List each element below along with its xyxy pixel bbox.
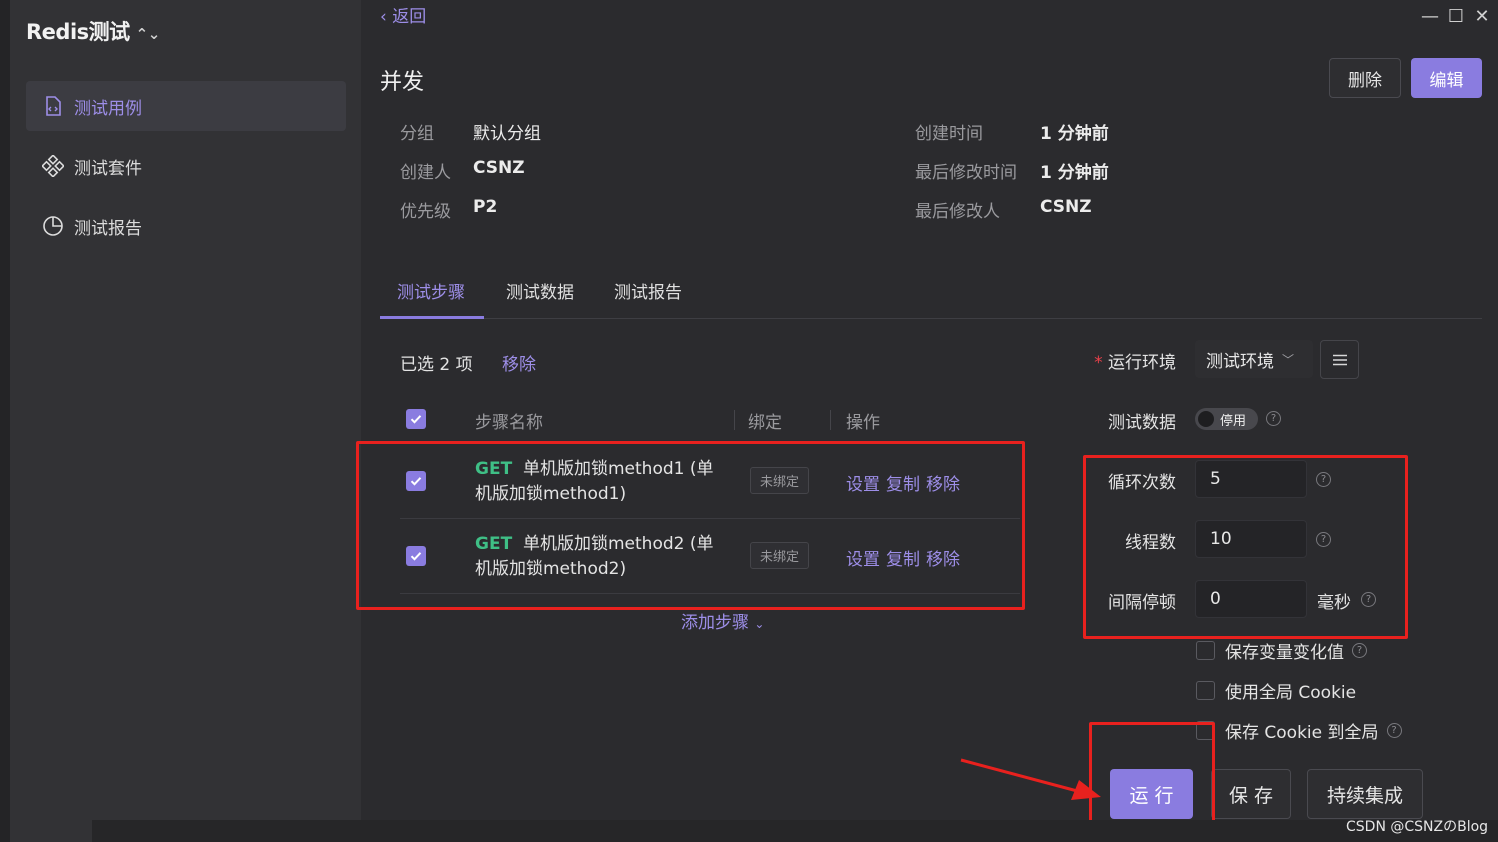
check-icon [410,415,422,424]
modifier-label: 最后修改人 [915,202,1000,222]
help-icon: ? [1266,411,1281,426]
window-left-strip [0,0,10,842]
creator-label: 创建人 [400,163,451,183]
sidebar-item-label: 测试套件 [74,158,142,179]
test-data-label: 测试数据 [1108,413,1176,433]
sidebar-item-test-suites[interactable]: 测试套件 [26,141,346,191]
add-step-button[interactable]: 添加步骤 ⌄ [681,608,764,633]
column-separator [734,410,735,430]
tab-test-data[interactable]: 测试数据 [506,278,574,303]
minimize-icon[interactable]: — [1418,6,1442,27]
modified-time-value: 1 分钟前 [1040,163,1109,183]
created-time-value: 1 分钟前 [1040,124,1109,144]
menu-icon [1332,354,1347,365]
continuous-integration-button[interactable]: 持续集成 [1307,769,1423,819]
modified-time-label: 最后修改时间 [915,163,1017,183]
priority-label: 优先级 [400,202,451,222]
column-separator [830,410,831,430]
tab-divider [380,318,1482,319]
select-all-checkbox[interactable] [406,409,426,429]
toggle-knob [1198,411,1214,427]
env-menu-button[interactable] [1320,340,1359,379]
tab-test-reports[interactable]: 测试报告 [614,278,682,303]
group-value: 默认分组 [473,124,541,144]
save-cookie-option[interactable]: 保存 Cookie 到全局 ? [1196,718,1402,743]
active-tab-indicator [380,316,484,319]
annotation-box-config [1083,455,1408,639]
back-link[interactable]: ‹ 返回 [380,2,426,27]
suite-icon [42,155,64,177]
remove-selected-link[interactable]: 移除 [502,350,536,375]
save-button[interactable]: 保 存 [1211,769,1291,819]
chevron-down-icon: ⌄ [754,617,765,631]
sidebar-item-label: 测试报告 [74,218,142,239]
close-icon[interactable]: ✕ [1470,6,1494,27]
created-time-label: 创建时间 [915,124,983,144]
chevron-down-icon: ﹀ [1282,352,1295,367]
sidebar-item-test-reports[interactable]: 测试报告 [26,201,346,251]
status-bar [92,820,1498,842]
test-data-toggle[interactable]: 停用 [1195,408,1258,430]
column-binding: 绑定 [748,413,782,433]
delete-button[interactable]: 删除 [1329,58,1401,98]
pie-chart-icon [42,215,64,237]
group-label: 分组 [400,124,434,144]
annotation-arrow-icon [960,758,1101,800]
selected-count: 已选 2 项 [400,355,473,375]
project-title: Redis测试 [26,20,130,44]
sidebar-item-label: 测试用例 [74,98,142,119]
column-actions: 操作 [846,413,880,433]
help-icon: ? [1352,643,1367,658]
run-env-label: * 运行环境 [1094,353,1176,373]
edit-button[interactable]: 编辑 [1411,58,1482,98]
creator-value: CSNZ [473,158,525,178]
project-switcher[interactable]: Redis测试 ⌃⌄ [26,16,160,46]
tab-test-steps[interactable]: 测试步骤 [397,278,465,303]
sidebar-item-test-cases[interactable]: 测试用例 [26,81,346,131]
page-title: 并发 [380,70,425,95]
help-icon: ? [1386,723,1402,738]
save-vars-option[interactable]: 保存变量变化值 ? [1196,638,1367,663]
modifier-value: CSNZ [1040,197,1092,217]
column-step-name: 步骤名称 [475,413,543,433]
switch-icon: ⌃⌄ [135,25,161,43]
maximize-icon[interactable]: ☐ [1444,6,1468,27]
global-cookie-option[interactable]: 使用全局 Cookie [1196,678,1356,703]
annotation-box-steps [356,441,1025,610]
run-env-select[interactable]: 测试环境 ﹀ [1195,340,1313,378]
checkbox[interactable] [1196,641,1215,660]
watermark: CSDN @CSNZのBlog [1346,819,1489,835]
file-code-icon [42,95,64,117]
priority-value: P2 [473,197,498,217]
checkbox[interactable] [1196,681,1215,700]
